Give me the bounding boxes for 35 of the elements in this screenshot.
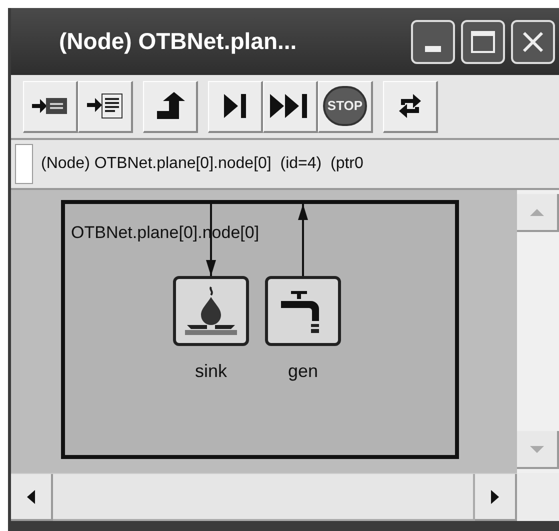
down-arrow-icon <box>530 446 544 452</box>
toolbar-button[interactable] <box>263 80 318 132</box>
horizontal-scrollbar[interactable] <box>11 473 517 521</box>
window-title: (Node) OTBNet.plan... <box>59 27 297 56</box>
toolbar-button[interactable] <box>23 80 78 132</box>
toolbar-button[interactable]: STOP <box>318 80 373 132</box>
small-box <box>15 144 33 184</box>
close-button[interactable] <box>511 20 555 64</box>
toolbar-button[interactable] <box>78 80 133 132</box>
node-label: sink <box>194 360 228 383</box>
scroll-left-button[interactable] <box>11 474 53 521</box>
minimize-icon <box>425 46 441 52</box>
right-arrow-icon <box>491 490 499 504</box>
node-button[interactable] <box>265 276 341 346</box>
drop-and-trays-icon <box>183 285 239 337</box>
maximize-button[interactable] <box>461 20 505 64</box>
toolbar-button[interactable] <box>143 80 198 132</box>
scroll-thumb[interactable] <box>53 474 475 521</box>
node-info-text: (Node) OTBNet.plane[0].node[0] (id=4) (ptr0 <box>41 154 364 174</box>
step-icon <box>222 92 248 120</box>
scroll-right-button[interactable] <box>475 474 517 521</box>
scrollbar-corner <box>517 473 559 521</box>
turn-up-arrow-icon <box>155 91 185 121</box>
stop-sign-icon: STOP <box>323 86 367 126</box>
minimize-button[interactable] <box>411 20 455 64</box>
maximize-icon <box>471 30 495 52</box>
toolbar-button[interactable] <box>208 80 263 132</box>
close-icon <box>521 30 545 54</box>
node-button[interactable] <box>173 276 249 346</box>
left-arrow-icon <box>27 490 35 504</box>
node-label: gen <box>286 360 320 383</box>
toolbar-button[interactable] <box>383 80 438 132</box>
refresh-arrows-icon <box>397 91 423 121</box>
up-arrow-icon <box>530 208 544 216</box>
arrow-into-list-icon <box>87 92 123 120</box>
